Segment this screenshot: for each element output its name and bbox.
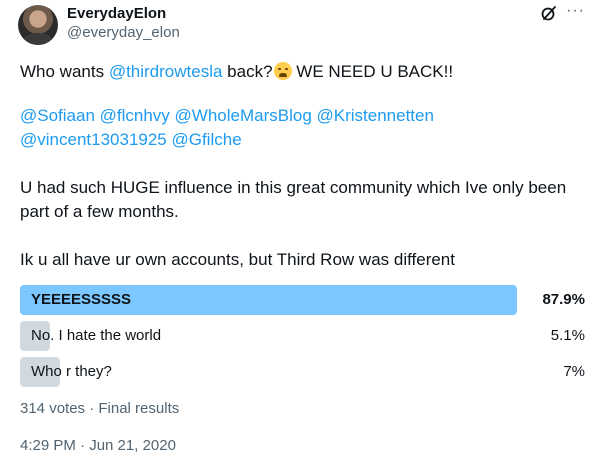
poll-option-1: YEEEESSSSS 87.9% — [20, 285, 585, 315]
tweet: EverydayElon @everyday_elon ··· Who want… — [0, 0, 605, 461]
grok-icon[interactable] — [540, 4, 558, 22]
poll-option-percent: 7% — [563, 363, 585, 380]
timestamp[interactable]: 4:29 PM · Jun 21, 2020 — [20, 436, 176, 456]
poll-option-2: No. I hate the world 5.1% — [20, 321, 585, 351]
tweet-text-before: Who wants — [20, 62, 109, 81]
tweet-text-after: back? — [222, 62, 273, 81]
poll-option-3: Who r they? 7% — [20, 357, 585, 387]
poll-option-label: Who r they? — [31, 363, 112, 380]
author-name[interactable]: EverydayElon — [67, 5, 166, 23]
mentions-line-1[interactable]: @Sofiaan @flcnhvy @WholeMarsBlog @Kriste… — [20, 104, 590, 128]
poll-option-label: YEEEESSSSS — [31, 291, 132, 308]
avatar[interactable] — [18, 5, 58, 45]
weary-face-emoji — [273, 62, 292, 80]
mention-thirdrowtesla[interactable]: @thirdrowtesla — [109, 62, 223, 81]
tweet-paragraph-2-line-2: part of a few months. — [20, 202, 179, 221]
poll-option-label: No. I hate the world — [31, 327, 162, 344]
author-handle[interactable]: @everyday_elon — [67, 24, 180, 42]
tweet-text-tail: WE NEED U BACK!! — [291, 62, 454, 81]
tweet-paragraph-2-line-1: U had such HUGE influence in this great … — [20, 178, 567, 197]
tweet-line-1: Who wants @thirdrowtesla back? WE NEED U… — [20, 60, 590, 84]
poll-option-percent: 5.1% — [550, 327, 585, 344]
poll-option-percent: 87.9% — [542, 291, 585, 308]
mentions-line-2[interactable]: @vincent13031925 @Gfilche — [20, 128, 590, 152]
tweet-paragraph-3: Ik u all have ur own accounts, but Third… — [20, 250, 455, 269]
poll-summary: 314 votes · Final results — [20, 400, 180, 417]
more-icon[interactable]: ··· — [566, 2, 585, 20]
